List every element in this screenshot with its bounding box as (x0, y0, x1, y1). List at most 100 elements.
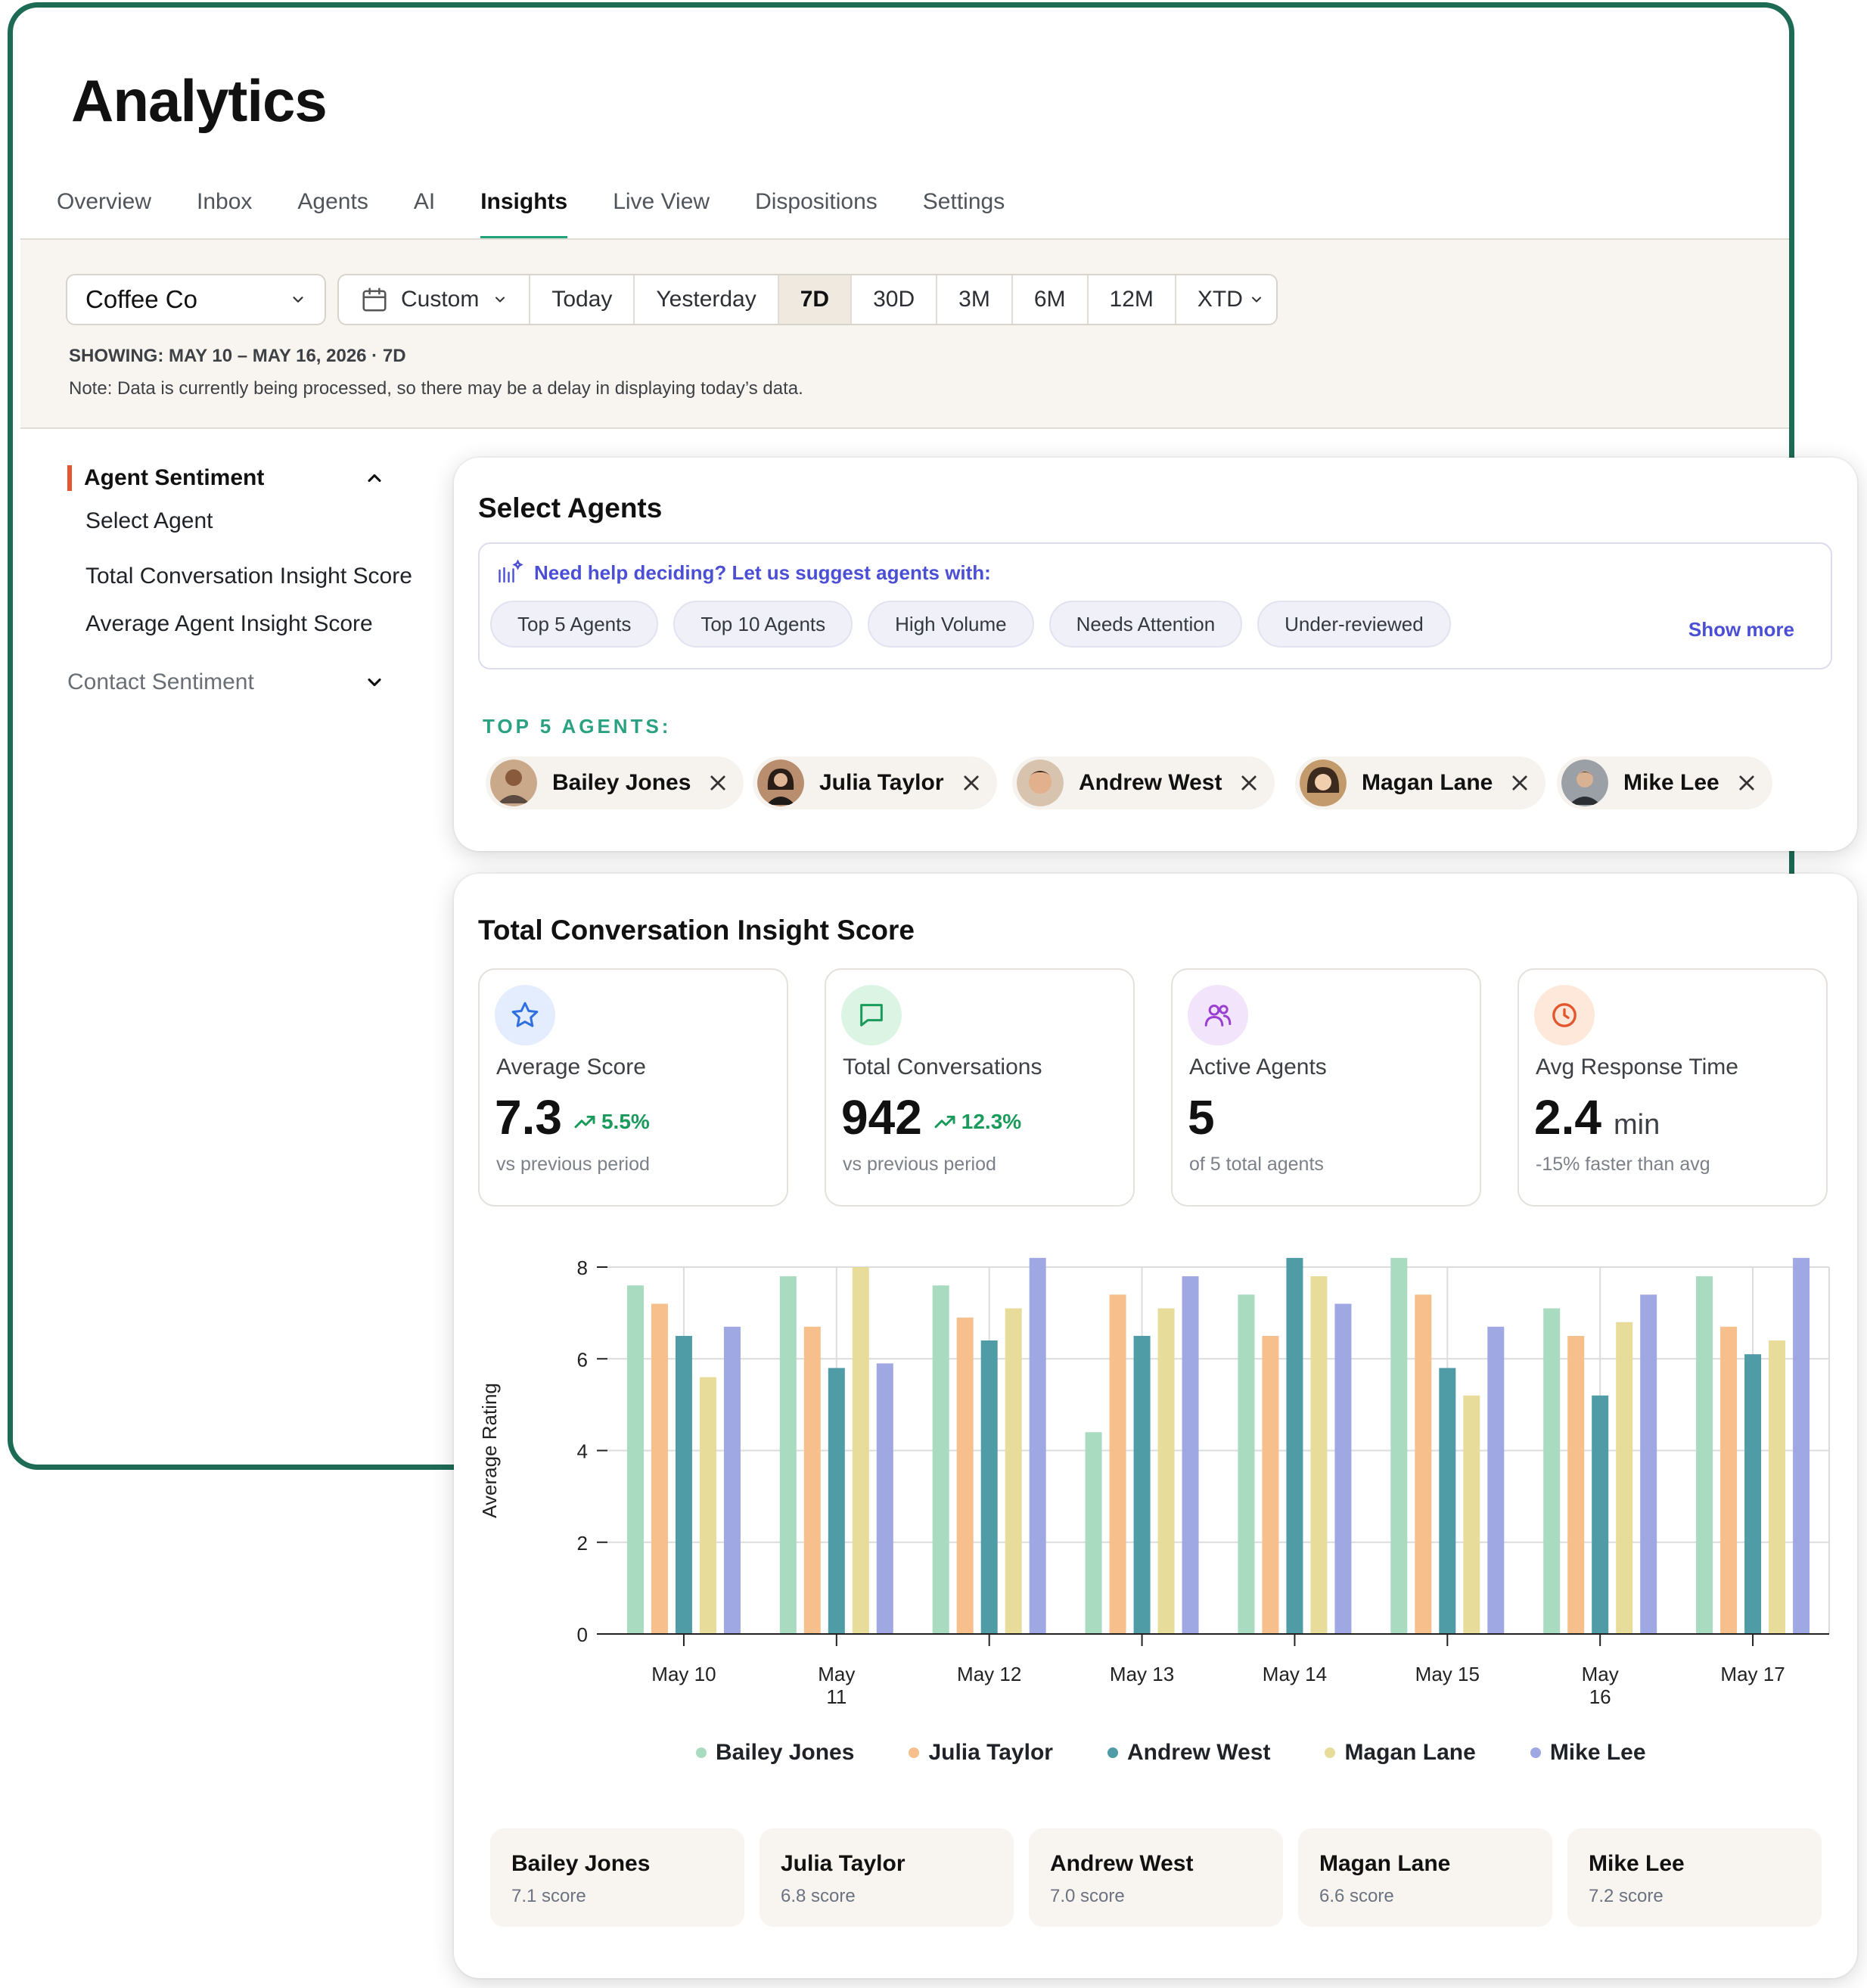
stat-value-number: 942 (841, 1090, 922, 1145)
stat-value-number: 5 (1188, 1090, 1215, 1145)
stat-value: 942 12.3% (841, 1089, 1021, 1145)
tab-settings[interactable]: Settings (923, 189, 1005, 240)
tab-dispositions[interactable]: Dispositions (755, 189, 878, 240)
agent-chip-bailey-jones: Bailey Jones (486, 756, 744, 809)
chart-bar (1793, 1257, 1810, 1634)
close-icon[interactable] (707, 772, 728, 794)
stat-value: 7.3 5.5% (495, 1089, 650, 1145)
legend-item[interactable]: Bailey Jones (696, 1740, 854, 1766)
custom-range-button[interactable]: Custom (339, 275, 531, 324)
chart-bar (1029, 1257, 1046, 1634)
chart-bar (956, 1317, 974, 1634)
chart-bar (1286, 1257, 1303, 1634)
stat-label: Average Score (496, 1055, 646, 1079)
agent-chip-julia-taylor: Julia Taylor (753, 756, 997, 809)
chart-bar (1109, 1294, 1126, 1634)
score-card-mike-lee[interactable]: Mike Lee 7.2 score (1567, 1828, 1822, 1927)
chart-bar (1182, 1276, 1199, 1634)
range-6m[interactable]: 6M (1013, 275, 1089, 324)
chevron-down-icon (1251, 297, 1261, 303)
y-tick-label: 6 (577, 1348, 588, 1371)
tab-inbox[interactable]: Inbox (197, 189, 252, 240)
chip-under-reviewed[interactable]: Under-reviewed (1257, 601, 1451, 648)
page-title: Analytics (71, 67, 328, 134)
close-icon[interactable] (961, 772, 982, 794)
select-agents-card: Select Agents Need help deciding? Let us… (454, 458, 1857, 851)
avatar (1300, 759, 1347, 806)
processing-note: Note: Data is currently being processed,… (69, 378, 803, 399)
tab-agents[interactable]: Agents (297, 189, 368, 240)
show-more-link[interactable]: Show more (1688, 618, 1794, 641)
agent-name: Julia Taylor (819, 770, 944, 795)
stat-change-value: 12.3% (961, 1110, 1022, 1133)
y-tick-label: 8 (577, 1256, 588, 1279)
sidebar-section-contact-sentiment[interactable]: Contact Sentiment (67, 669, 385, 695)
score-card-andrew-west[interactable]: Andrew West 7.0 score (1029, 1828, 1283, 1927)
legend-item[interactable]: Mike Lee (1530, 1740, 1646, 1766)
stat-change: 12.3% (933, 1110, 1021, 1134)
sidebar-item-average-agent-insight-score[interactable]: Average Agent Insight Score (85, 611, 373, 637)
tab-overview[interactable]: Overview (57, 189, 151, 240)
score-card-value: 7.2 score (1589, 1886, 1664, 1906)
filter-bar: Coffee Co Custom Today Yesterday 7D 30D … (20, 240, 1789, 429)
stat-label: Total Conversations (843, 1055, 1042, 1079)
range-3m[interactable]: 3M (937, 275, 1013, 324)
legend-item[interactable]: Magan Lane (1325, 1740, 1476, 1766)
score-card-julia-taylor[interactable]: Julia Taylor 6.8 score (760, 1828, 1014, 1927)
agent-name: Magan Lane (1362, 770, 1493, 795)
chart-bar (651, 1303, 668, 1634)
range-yesterday[interactable]: Yesterday (635, 275, 779, 324)
chip-top-10-agents[interactable]: Top 10 Agents (673, 601, 853, 648)
chart-bar (1310, 1276, 1328, 1634)
legend-swatch (696, 1747, 707, 1758)
sidebar-section-label: Agent Sentiment (84, 465, 265, 490)
tab-ai[interactable]: AI (414, 189, 435, 240)
score-card-magan-lane[interactable]: Magan Lane 6.6 score (1298, 1828, 1552, 1927)
agent-name: Mike Lee (1623, 770, 1719, 795)
chart-bar (1415, 1294, 1432, 1634)
chip-needs-attention[interactable]: Needs Attention (1048, 601, 1243, 648)
x-tick-label: May (818, 1663, 855, 1685)
tab-live-view[interactable]: Live View (613, 189, 710, 240)
users-icon (1188, 985, 1248, 1045)
range-30d[interactable]: 30D (852, 275, 938, 324)
legend-label: Andrew West (1126, 1740, 1271, 1765)
chip-high-volume[interactable]: High Volume (868, 601, 1034, 648)
stat-value: 5 (1188, 1089, 1215, 1145)
company-select[interactable]: Coffee Co (66, 274, 326, 325)
chart-bar (1005, 1308, 1022, 1634)
chip-top-5-agents[interactable]: Top 5 Agents (490, 601, 659, 648)
score-card-name: Magan Lane (1319, 1851, 1451, 1876)
range-today[interactable]: Today (530, 275, 635, 324)
sidebar-section-agent-sentiment[interactable]: Agent Sentiment (67, 465, 385, 491)
chart-bar (932, 1285, 949, 1634)
avatar (757, 759, 804, 806)
score-card-name: Mike Lee (1589, 1851, 1685, 1876)
range-xtd[interactable]: XTD (1176, 275, 1276, 324)
close-icon[interactable] (1238, 772, 1260, 794)
chart-bar (1390, 1257, 1408, 1634)
range-12m[interactable]: 12M (1089, 275, 1176, 324)
chart-bar (1640, 1294, 1657, 1634)
stat-average-score: Average Score 7.3 5.5% vs previous perio… (478, 968, 788, 1207)
close-icon[interactable] (1736, 772, 1757, 794)
sidebar-item-total-conversation-insight-score[interactable]: Total Conversation Insight Score (85, 564, 412, 589)
legend-item[interactable]: Julia Taylor (909, 1740, 1053, 1766)
close-icon[interactable] (1509, 772, 1530, 794)
avatar (1017, 759, 1064, 806)
legend-label: Magan Lane (1344, 1740, 1476, 1765)
legend-item[interactable]: Andrew West (1107, 1740, 1270, 1766)
x-tick-label: May 14 (1263, 1663, 1327, 1685)
score-card-bailey-jones[interactable]: Bailey Jones 7.1 score (490, 1828, 744, 1927)
main-tabs: Overview Inbox Agents AI Insights Live V… (57, 189, 1050, 240)
sidebar-item-select-agent[interactable]: Select Agent (85, 508, 213, 534)
legend-label: Julia Taylor (928, 1740, 1053, 1765)
y-tick-label: 2 (577, 1532, 588, 1555)
tab-insights[interactable]: Insights (480, 189, 568, 240)
chart-bar (876, 1363, 893, 1634)
score-card-name: Julia Taylor (781, 1851, 906, 1876)
agent-chip-mike-lee: Mike Lee (1557, 756, 1772, 809)
stat-active-agents: Active Agents 5 of 5 total agents (1171, 968, 1481, 1207)
range-7d[interactable]: 7D (778, 275, 853, 324)
agent-chip-andrew-west: Andrew West (1012, 756, 1275, 809)
